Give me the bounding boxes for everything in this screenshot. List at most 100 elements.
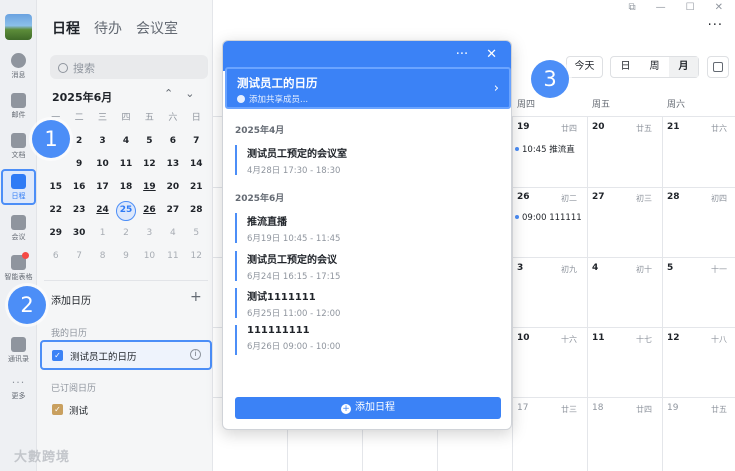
popup-header[interactable]: 测试员工的日历 添加共享成员... ›: [225, 67, 511, 109]
mini-calendar-day[interactable]: 18: [114, 176, 137, 199]
day-number[interactable]: 20: [592, 122, 605, 132]
more-icon[interactable]: ···: [456, 47, 468, 62]
popup-event[interactable]: 测试员工预定的会议室 4月28日 17:30 - 18:30: [235, 145, 495, 176]
mini-calendar-day[interactable]: 17: [91, 176, 114, 199]
pin-icon[interactable]: ⧉: [629, 2, 636, 13]
view-day-button[interactable]: 日: [611, 57, 640, 77]
close-window-icon[interactable]: ✕: [715, 2, 723, 13]
mini-calendar-day[interactable]: 4: [161, 222, 184, 245]
chevron-up-icon[interactable]: ⌃: [164, 87, 185, 100]
mini-calendar-day[interactable]: 23: [67, 199, 90, 222]
day-number[interactable]: 17: [517, 403, 528, 413]
mini-calendar-day[interactable]: 20: [161, 176, 184, 199]
mini-calendar-day[interactable]: 22: [44, 199, 67, 222]
tab-meeting-room[interactable]: 会议室: [136, 18, 178, 38]
view-week-button[interactable]: 周: [640, 57, 669, 77]
day-number[interactable]: 3: [517, 263, 523, 273]
mini-calendar-day[interactable]: 25: [114, 199, 137, 222]
rail-contacts[interactable]: 通讯录: [2, 334, 35, 368]
mini-calendar-day[interactable]: 2: [114, 222, 137, 245]
day-number[interactable]: 28: [667, 192, 680, 202]
mini-calendar-day[interactable]: 7: [67, 245, 90, 268]
mini-calendar-day[interactable]: 14: [185, 153, 208, 176]
close-icon[interactable]: ✕: [486, 47, 497, 62]
mini-calendar-day[interactable]: 10: [138, 245, 161, 268]
mini-calendar-day[interactable]: 28: [185, 199, 208, 222]
mini-calendar-day[interactable]: 24: [91, 199, 114, 222]
grid-event[interactable]: 09:00 111111: [515, 213, 582, 223]
day-number[interactable]: 19: [517, 122, 530, 132]
popup-event[interactable]: 测试1111111 6月25日 11:00 - 12:00: [235, 288, 495, 319]
day-number[interactable]: 21: [667, 122, 680, 132]
day-number[interactable]: 4: [592, 263, 598, 273]
day-number[interactable]: 19: [667, 403, 678, 413]
mini-calendar-day[interactable]: 8: [91, 245, 114, 268]
mini-calendar-day[interactable]: 4: [114, 130, 137, 153]
mini-calendar-day[interactable]: 5: [185, 222, 208, 245]
tab-todo[interactable]: 待办: [94, 18, 122, 38]
rail-smart-table[interactable]: 智能表格: [2, 252, 35, 286]
rail-mail[interactable]: 邮件: [2, 90, 35, 124]
popup-event[interactable]: 111111111 6月26日 09:00 - 10:00: [235, 325, 495, 355]
rail-messages[interactable]: 消息: [2, 50, 35, 84]
today-button[interactable]: 今天: [566, 56, 603, 78]
mini-calendar-day[interactable]: 10: [91, 153, 114, 176]
rail-docs[interactable]: 文档: [2, 130, 35, 164]
day-number[interactable]: 11: [592, 333, 605, 343]
sidebar-toggle-button[interactable]: [707, 56, 729, 78]
mini-calendar-day[interactable]: 3: [138, 222, 161, 245]
tab-schedule[interactable]: 日程: [52, 18, 80, 38]
mini-calendar-day[interactable]: 9: [114, 245, 137, 268]
mini-calendar-day[interactable]: 26: [138, 199, 161, 222]
maximize-icon[interactable]: ☐: [686, 2, 695, 13]
mini-calendar-day[interactable]: 19: [138, 176, 161, 199]
user-avatar[interactable]: [5, 14, 32, 40]
add-event-button[interactable]: + 添加日程: [235, 397, 501, 419]
search-input[interactable]: 搜索: [50, 55, 208, 79]
day-number[interactable]: 18: [592, 403, 603, 413]
popup-event[interactable]: 推流直播 6月19日 10:45 - 11:45: [235, 213, 495, 244]
mini-calendar-day[interactable]: 9: [67, 153, 90, 176]
minimize-icon[interactable]: —: [656, 2, 666, 13]
chevron-down-icon[interactable]: ⌄: [185, 87, 206, 100]
mini-calendar-day[interactable]: 15: [44, 176, 67, 199]
view-month-button[interactable]: 月: [669, 57, 698, 77]
day-number[interactable]: 12: [667, 333, 680, 343]
mini-calendar-day[interactable]: 16: [67, 176, 90, 199]
mini-calendar-day[interactable]: 6: [44, 245, 67, 268]
day-number[interactable]: 5: [667, 263, 673, 273]
mini-calendar-day[interactable]: 5: [138, 130, 161, 153]
mini-calendar-day[interactable]: 6: [161, 130, 184, 153]
mini-calendar-day[interactable]: 12: [185, 245, 208, 268]
rail-calendar[interactable]: 日程: [1, 169, 36, 205]
mini-calendar-day[interactable]: 11: [114, 153, 137, 176]
mini-calendar-day[interactable]: 2: [67, 130, 90, 153]
mini-calendar-day[interactable]: 13: [161, 153, 184, 176]
mini-calendar-day[interactable]: 7: [185, 130, 208, 153]
mini-calendar-today: 25: [115, 201, 136, 221]
share-members-link[interactable]: 添加共享成员...: [237, 93, 308, 105]
mini-calendar-day[interactable]: 11: [161, 245, 184, 268]
grid-event[interactable]: 10:45 推流直: [515, 143, 575, 155]
day-number[interactable]: 26: [517, 192, 530, 202]
more-options-icon[interactable]: ···: [708, 18, 723, 33]
day-number[interactable]: 10: [517, 333, 530, 343]
mini-calendar-day[interactable]: 29: [44, 222, 67, 245]
rail-more[interactable]: ··· 更多: [2, 374, 35, 408]
calendar-checkbox[interactable]: ✓: [52, 350, 63, 361]
add-calendar-button[interactable]: +: [190, 289, 202, 305]
mini-calendar-day[interactable]: 3: [91, 130, 114, 153]
subscribed-checkbox[interactable]: ✓: [52, 404, 63, 415]
popup-event[interactable]: 测试员工预定的会议 6月24日 16:15 - 17:15: [235, 251, 495, 282]
day-number[interactable]: 27: [592, 192, 605, 202]
mini-calendar-day[interactable]: 30: [67, 222, 90, 245]
mini-calendar-day[interactable]: 21: [185, 176, 208, 199]
mini-calendar-day[interactable]: 1: [91, 222, 114, 245]
info-icon[interactable]: i: [190, 349, 201, 360]
grid-line: [587, 116, 588, 471]
mini-calendar-day[interactable]: 12: [138, 153, 161, 176]
my-calendar-row[interactable]: ✓ 测试员工的日历: [40, 340, 212, 370]
rail-meeting[interactable]: 会议: [2, 212, 35, 246]
mini-calendar-day[interactable]: 27: [161, 199, 184, 222]
weekday-label: 四: [121, 113, 131, 123]
